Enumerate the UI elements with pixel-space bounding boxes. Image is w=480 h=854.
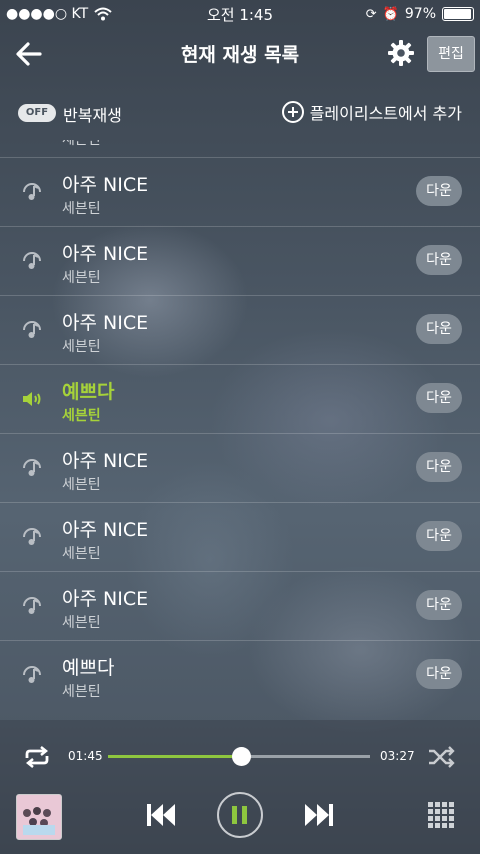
download-button[interactable]: 다운 [416,452,462,482]
track-artist: 세븐틴 [62,408,101,424]
download-button[interactable]: 다운 [416,314,462,344]
music-note-icon [20,663,44,687]
track-row[interactable]: 예쁘다세븐틴 다운 [0,640,480,709]
settings-gear-icon[interactable] [386,38,416,68]
progress-knob[interactable] [231,747,251,766]
progress-slider[interactable] [108,747,370,766]
track-artist: 세븐틴 [62,270,101,286]
track-row[interactable]: 아주 NICE 세븐틴 다운 [0,157,480,226]
add-from-playlist-label: 플레이리스트에서 추가 [309,104,462,123]
track-row[interactable]: 아주 NICE 세븐틴 다운 [0,502,480,571]
track-title: 아주 NICE [62,588,149,610]
track-artist: 세븐틴 [62,546,101,562]
track-title: 아주 NICE [62,450,149,472]
app: ●●●●○ KT 오전 1:45 ⟳ ⏰ 97% 현재 재생 목록 편집 OFF… [0,0,480,854]
download-button[interactable]: 다운 [416,659,462,689]
battery-percent: 97% [404,6,436,22]
music-note-icon [20,525,44,549]
download-button[interactable]: 다운 [416,590,462,620]
shuffle-icon[interactable] [426,745,456,769]
next-track-icon[interactable] [304,802,334,828]
track-row[interactable]: 아주 NICE 세븐틴 다운 [0,433,480,502]
track-row[interactable]: 아주 NICE 세븐틴 다운 [0,571,480,640]
repeat-label: 반복재생 [63,106,122,125]
track-title: 아주 NICE [62,519,149,541]
album-art[interactable] [16,794,62,840]
options-row: OFF 반복재생 플레이리스트에서 추가 [0,92,480,132]
music-note-icon [20,456,44,480]
repeat-icon[interactable] [22,746,52,768]
album-art-image [17,795,61,839]
track-title: 아주 NICE [62,174,149,196]
rotation-lock-icon: ⟳ [365,6,377,22]
player-controls: 01:45 03:27 [0,720,480,854]
progress-fill [108,755,242,758]
music-note-icon [20,180,44,204]
music-note-icon [20,318,44,342]
previous-track-icon[interactable] [146,802,176,828]
track-artist: 세븐틴 [62,477,101,493]
track-title: 아주 NICE [62,243,149,265]
carrier-label: ●●●●○ KT [6,6,89,22]
repeat-toggle[interactable]: OFF [18,104,56,122]
download-button[interactable]: 다운 [416,245,462,275]
track-artist: 세븐틴 [62,684,101,700]
wifi-icon [94,7,112,21]
speaker-playing-icon [20,387,44,411]
track-row[interactable]: 아주 NICE 세븐틴 다운 [0,295,480,364]
music-note-icon [20,249,44,273]
total-duration: 03:27 [380,749,415,763]
music-note-icon [20,594,44,618]
track-artist: 세븐틴 [62,201,101,217]
track-artist: 세븐틴 [62,140,101,148]
track-row[interactable]: 예쁘다세븐틴 다운 [0,364,480,433]
pause-button[interactable] [217,792,263,838]
track-title: 예쁘다 [62,657,115,679]
track-row[interactable]: 예쁘다세븐틴다운 [0,140,480,157]
edit-button[interactable]: 편집 [427,36,475,72]
track-title: 예쁘다 [62,381,115,403]
download-button[interactable]: 다운 [416,521,462,551]
track-artist: 세븐틴 [62,615,101,631]
download-button[interactable]: 다운 [416,383,462,413]
alarm-icon: ⏰ [382,6,399,22]
add-circle-icon [281,101,304,123]
track-row[interactable]: 아주 NICE 세븐틴 다운 [0,226,480,295]
elapsed-time: 01:45 [68,749,103,763]
track-artist: 세븐틴 [62,339,101,355]
status-bar: ●●●●○ KT 오전 1:45 ⟳ ⏰ 97% [0,0,480,28]
battery-icon [442,7,474,21]
add-from-playlist-button[interactable]: 플레이리스트에서 추가 [281,100,462,124]
track-list: 예쁘다세븐틴다운아주 NICE세븐틴다운아주 NICE세븐틴다운아주 NICE세… [0,140,480,720]
menu-grid-icon[interactable] [428,802,454,828]
track-title: 아주 NICE [62,312,149,334]
download-button[interactable]: 다운 [416,176,462,206]
navigation-bar: 현재 재생 목록 편집 [0,28,480,80]
